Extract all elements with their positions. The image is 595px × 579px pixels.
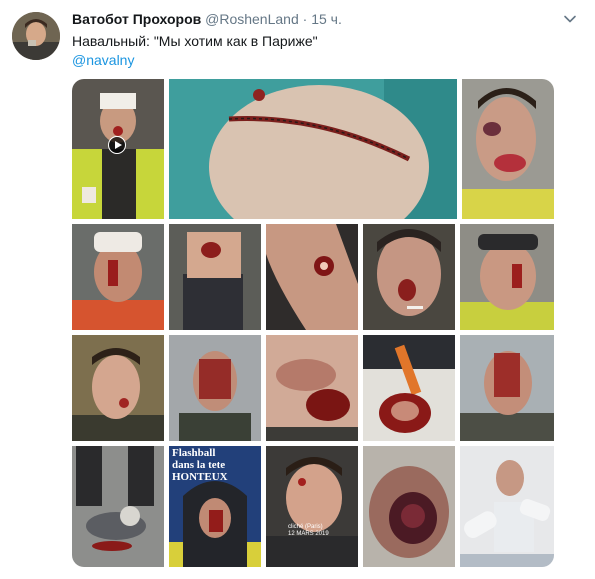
author-name[interactable]: Ватобот Прохоров	[72, 11, 201, 27]
photo-11[interactable]	[266, 335, 358, 441]
mention-link[interactable]: @navalny	[72, 51, 134, 69]
play-icon[interactable]	[108, 136, 126, 154]
tweet-header: Ватобот Прохоров @RoshenLand · 15 ч.	[72, 10, 342, 28]
photo-10[interactable]	[169, 335, 261, 441]
photo-7[interactable]	[363, 224, 455, 330]
photo-13[interactable]	[460, 335, 554, 441]
paris-caption-line-2: 12 MARS 2019	[288, 531, 329, 537]
photo-8[interactable]	[460, 224, 554, 330]
tweet-time[interactable]: 15 ч.	[311, 11, 342, 27]
photo-18[interactable]	[460, 446, 554, 567]
flashball-line-2: dans la tete	[172, 459, 226, 471]
author-handle[interactable]: @RoshenLand	[205, 11, 299, 27]
tweet-text: Навальный: "Мы хотим как в Париже"	[72, 33, 318, 49]
photo-14[interactable]	[72, 446, 164, 567]
photo-12[interactable]	[363, 335, 455, 441]
photo-5[interactable]	[169, 224, 261, 330]
separator-dot: ·	[302, 11, 308, 27]
tweet: Ватобот Прохоров @RoshenLand · 15 ч. Нав…	[0, 0, 595, 579]
photo-6[interactable]	[266, 224, 358, 330]
chevron-down-icon[interactable]	[563, 12, 577, 26]
flashball-line-1: Flashball	[172, 447, 216, 459]
media-grid[interactable]: Flashball dans la tete HONTEUX cliché (P…	[72, 79, 554, 567]
photo-3[interactable]	[462, 79, 554, 219]
photo-17[interactable]	[363, 446, 455, 567]
photo-16[interactable]: cliché (Paris) 12 MARS 2019	[266, 446, 358, 567]
photo-4[interactable]	[72, 224, 164, 330]
photo-15[interactable]: Flashball dans la tete HONTEUX	[169, 446, 261, 567]
photo-1-video[interactable]	[72, 79, 164, 219]
photo-2[interactable]	[169, 79, 457, 219]
paris-caption-line-1: cliché (Paris)	[288, 524, 323, 530]
flashball-line-3: HONTEUX	[172, 471, 228, 483]
photo-9[interactable]	[72, 335, 164, 441]
avatar[interactable]	[12, 12, 60, 60]
